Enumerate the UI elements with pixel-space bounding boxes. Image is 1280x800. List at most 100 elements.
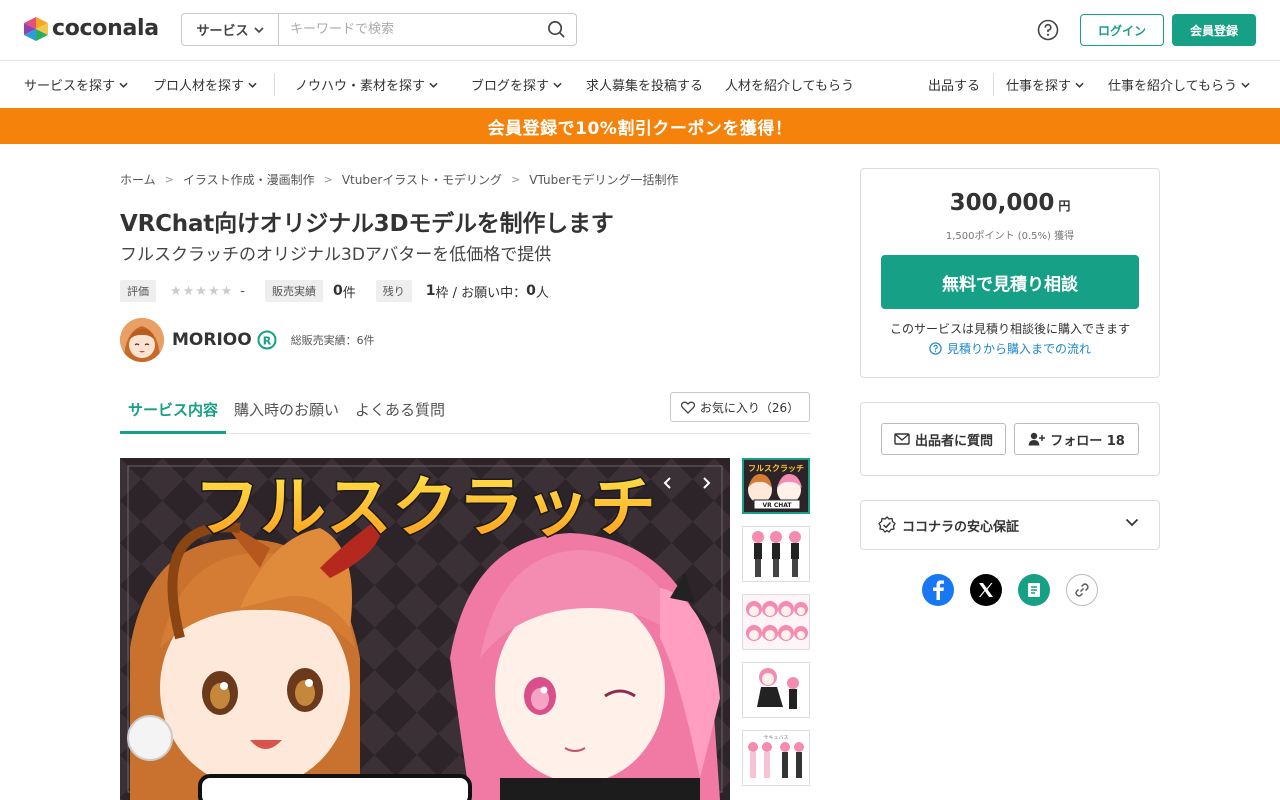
ask-seller-button[interactable]: 出品者に質問	[881, 423, 1006, 455]
follow-label: フォロー 18	[1050, 433, 1125, 449]
help-icon[interactable]	[1037, 19, 1059, 41]
signup-button[interactable]: 会員登録	[1172, 14, 1256, 46]
chevron-down-icon	[253, 26, 264, 33]
main-nav: サービスを探す プロ人材を探す ノウハウ・素材を探す ブログを探す 求人募集を投…	[0, 61, 1280, 108]
thumbnail-image	[743, 527, 809, 581]
service-stats: 評価 ★★★★★ - 販売実績 0 件 残り 1 枠 / お願い中： 0 人	[120, 280, 549, 302]
svg-text:R: R	[262, 335, 271, 348]
nav-find-blogs[interactable]: ブログを探す	[471, 61, 562, 108]
sales-count: 0	[332, 283, 343, 299]
thumbnail-4[interactable]	[742, 662, 810, 718]
breadcrumb-separator: >	[323, 172, 333, 186]
search-button[interactable]	[536, 14, 576, 45]
nav-label: 人材を紹介してもらう	[725, 79, 854, 94]
search-icon	[547, 21, 565, 38]
nav-label: 出品する	[928, 79, 981, 94]
thumbnail-image: フルスクラッチ VR CHAT	[744, 460, 808, 512]
nav-post-job[interactable]: 求人募集を投稿する	[586, 61, 703, 108]
coconala-logo[interactable]: coconala	[24, 16, 159, 41]
avatar-image	[120, 318, 164, 362]
nav-divider	[993, 73, 994, 96]
thumbnail-caption: VR CHAT	[762, 502, 792, 509]
nav-introduce-work[interactable]: 仕事を紹介してもらう	[1108, 61, 1250, 108]
nav-find-services[interactable]: サービスを探す	[24, 61, 128, 108]
search-input[interactable]	[279, 14, 536, 45]
heart-icon	[680, 401, 695, 414]
shield-check-icon	[878, 516, 896, 533]
seller-name[interactable]: MORIOO	[172, 330, 252, 350]
thumbnail-1[interactable]: フルスクラッチ VR CHAT	[742, 458, 810, 514]
guarantee-label: ココナラの安心保証	[902, 519, 1020, 535]
estimate-flow-label: 見積りから購入までの流れ	[946, 342, 1091, 356]
thumbnail-caption: フルスクラッチ	[748, 463, 804, 473]
hatena-share-button[interactable]	[1018, 574, 1050, 606]
estimate-flow-link[interactable]: 見積りから購入までの流れ	[860, 340, 1160, 357]
rating-tag: 評価	[120, 280, 156, 302]
tab-service-details[interactable]: サービス内容	[128, 384, 218, 434]
mail-icon	[894, 433, 910, 445]
price: 300,000 円	[860, 190, 1160, 216]
copy-link-button[interactable]	[1066, 574, 1098, 606]
chevron-down-icon	[119, 82, 128, 88]
breadcrumb-illustration[interactable]: イラスト作成・漫画制作	[183, 171, 315, 188]
points-earned: 1,500ポイント (0.5%) 獲得	[945, 231, 1075, 242]
facebook-share-button[interactable]	[922, 574, 954, 606]
thumbnail-image	[743, 595, 809, 649]
main-service-image[interactable]: フルスクラッチ	[120, 458, 730, 800]
service-subtitle: フルスクラッチのオリジナル3Dアバターを低価格で提供	[120, 245, 552, 265]
header: coconala サービス ログイン 会員登録	[0, 0, 1280, 61]
breadcrumb-vtuber-modeling[interactable]: VTuberモデリング一括制作	[529, 171, 678, 188]
tab-faq[interactable]: よくある質問	[355, 384, 445, 434]
thumbnail-2[interactable]	[742, 526, 810, 582]
chevron-down-icon	[1075, 82, 1084, 88]
nav-label: ノウハウ・素材を探す	[295, 79, 426, 94]
nav-label: サービスを探す	[24, 79, 116, 94]
nav-label: ブログを探す	[471, 79, 550, 94]
free-estimate-button[interactable]: 無料で見積り相談	[881, 255, 1139, 309]
chevron-down-icon	[1125, 518, 1139, 527]
search-category-select[interactable]: サービス	[182, 14, 279, 45]
thumbnail-caption: サキュバス	[763, 735, 788, 741]
nav-find-work[interactable]: 仕事を探す	[1006, 61, 1084, 108]
requesting-count: 0	[526, 283, 536, 299]
nav-label: 仕事を紹介してもらう	[1108, 79, 1237, 94]
coconala-logo-icon	[24, 16, 48, 41]
link-icon	[1075, 583, 1089, 597]
registered-badge-icon: R	[257, 330, 277, 350]
main-image-illustration: フルスクラッチ	[120, 458, 730, 800]
favorite-button[interactable]: お気に入り（26）	[670, 392, 810, 422]
price-amount: 300,000	[949, 190, 1055, 216]
thumbnail-image	[743, 663, 809, 717]
follow-button[interactable]: フォロー 18	[1014, 423, 1139, 455]
thumbnail-image: サキュバス	[743, 731, 809, 785]
user-plus-icon	[1028, 432, 1046, 446]
breadcrumb-separator: >	[511, 172, 521, 186]
chevron-down-icon	[429, 82, 438, 88]
breadcrumb-vtuber[interactable]: Vtuberイラスト・モデリング	[342, 171, 502, 188]
avatar[interactable]	[120, 318, 164, 362]
chevron-down-icon	[553, 82, 562, 88]
sales-tag: 販売実績	[264, 280, 323, 302]
breadcrumb-home[interactable]: ホーム	[120, 171, 156, 188]
seller-info: MORIOO R 総販売実績：6件	[120, 318, 375, 362]
nav-divider	[274, 73, 275, 96]
nav-label: 仕事を探す	[1006, 79, 1072, 94]
requesting-unit: 人	[535, 285, 549, 301]
nav-find-knowhow[interactable]: ノウハウ・素材を探す	[295, 61, 438, 108]
thumbnail-5[interactable]: サキュバス	[742, 730, 810, 786]
guarantee-accordion[interactable]: ココナラの安心保証	[860, 500, 1160, 550]
tab-purchase-notes[interactable]: 購入時のお願い	[234, 384, 339, 434]
login-button[interactable]: ログイン	[1080, 14, 1164, 46]
coupon-banner[interactable]: 会員登録で10%割引クーポンを獲得！	[0, 108, 1280, 144]
remaining-count: 1	[425, 283, 436, 299]
share-buttons	[922, 574, 1114, 606]
search-bar: サービス	[181, 13, 577, 46]
remaining-unit: 枠 / お願い中：	[435, 285, 527, 301]
rating-value: -	[240, 283, 245, 299]
nav-sell[interactable]: 出品する	[928, 61, 980, 108]
chevron-down-icon	[248, 82, 257, 88]
nav-find-pros[interactable]: プロ人材を探す	[153, 61, 257, 108]
nav-introduce-talent[interactable]: 人材を紹介してもらう	[725, 61, 854, 108]
x-share-button[interactable]	[970, 574, 1002, 606]
thumbnail-3[interactable]	[742, 594, 810, 650]
